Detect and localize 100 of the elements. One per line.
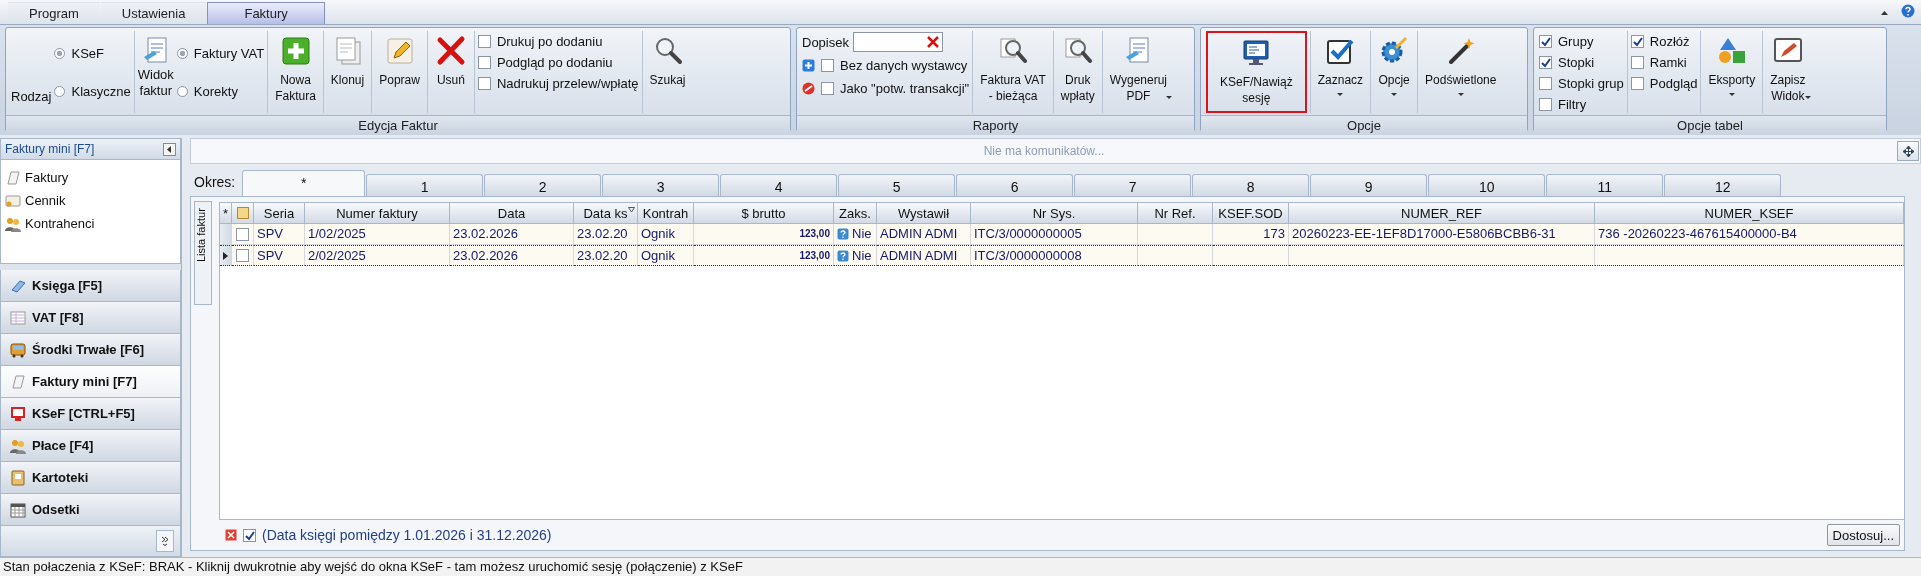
nav-button[interactable]: Płace [F4] (0, 430, 181, 462)
checkbox-label: Stopki (1558, 54, 1595, 70)
column-header[interactable]: $ brutto (694, 203, 834, 224)
side-tab[interactable]: Lista faktur (194, 201, 212, 305)
nav-button[interactable]: Odsetki (0, 494, 181, 526)
table-row[interactable]: SPV 1/02/2025 23.02.2026 23.02.20 Ognik 123,00 Nie ADMIN ADMI ITC/3/0000000005 173 20260223-EE-1EF8D17000-E5806BCBB6-31 736 -20260223-467615400000-B4 (220, 224, 1904, 245)
period-tab[interactable]: 10 (1428, 174, 1546, 196)
checkbox[interactable] (1539, 97, 1552, 111)
checkbox[interactable] (243, 528, 256, 542)
ribbon-tab[interactable]: Program (8, 2, 100, 24)
checkbox[interactable] (477, 76, 491, 90)
checkbox[interactable] (1539, 55, 1552, 69)
move-button[interactable] (1897, 141, 1919, 161)
splitter[interactable] (0, 263, 181, 270)
ribbon-button[interactable]: Zapisz Widok (1766, 31, 1810, 113)
ribbon-button[interactable]: Podświetlone (1421, 31, 1501, 113)
checkbox[interactable] (1630, 34, 1644, 48)
period-tab[interactable]: 5 (838, 174, 956, 196)
column-header[interactable]: Wystawił (877, 203, 971, 224)
ribbon-button[interactable]: Zaznacz (1313, 31, 1368, 113)
table-cell: 23.02.2026 (450, 224, 574, 245)
ribbon-button[interactable]: Wygeneruj PDF (1105, 31, 1172, 113)
sidebar-title: Faktury mini [F7] (5, 142, 95, 156)
checkbox[interactable] (1630, 76, 1644, 90)
period-tab[interactable]: 12 (1664, 174, 1782, 196)
nav-button[interactable]: KSeF [CTRL+F5] (0, 398, 181, 430)
column-header[interactable]: Nr Ref. (1138, 203, 1213, 224)
ribbon-button[interactable]: Nowa Faktura (271, 31, 320, 113)
checkbox[interactable] (477, 34, 491, 48)
collapse-button[interactable] (163, 142, 176, 156)
radio-button[interactable] (176, 85, 188, 97)
column-header[interactable]: Seria (254, 203, 305, 224)
caret-icon (1727, 92, 1736, 97)
ribbon-button[interactable]: Szukaj (645, 31, 690, 113)
column-header[interactable]: Zaks. (834, 203, 877, 224)
checkbox[interactable] (1539, 34, 1552, 48)
period-tab[interactable]: 8 (1192, 174, 1310, 196)
period-tab[interactable]: 3 (602, 174, 720, 196)
more-button[interactable] (156, 530, 174, 552)
period-tab[interactable]: * (242, 170, 366, 196)
nav-button[interactable]: VAT [F8] (0, 302, 181, 334)
period-tab[interactable]: 4 (720, 174, 838, 196)
ribbon-button[interactable]: Klonuj (326, 31, 369, 113)
column-header[interactable]: NUMER_KSEF (1595, 203, 1904, 224)
period-tab[interactable]: 1 (366, 174, 484, 196)
sidebar-item[interactable]: Cennik (5, 189, 176, 212)
checkbox[interactable] (236, 227, 249, 241)
ribbon-tab[interactable]: Faktury (207, 2, 325, 24)
people-icon (5, 215, 21, 232)
table-row[interactable]: SPV 2/02/2025 23.02.2026 23.02.20 Ognik 123,00 Nie ADMIN ADMI ITC/3/0000000008 (220, 245, 1904, 266)
period-tab[interactable]: 11 (1546, 174, 1664, 196)
checkbox[interactable] (477, 55, 491, 69)
column-header[interactable]: NUMER_REF (1289, 203, 1595, 224)
checkbox[interactable] (821, 58, 834, 72)
column-header[interactable]: Numer faktury (305, 203, 450, 224)
ribbon-button[interactable]: Eksporty (1704, 31, 1760, 113)
sidebar-item[interactable]: Kontrahenci (5, 212, 176, 235)
column-header: * (220, 203, 232, 224)
period-tab[interactable]: 2 (484, 174, 602, 196)
ribbon-button[interactable]: Faktura VAT - bieżąca (976, 31, 1050, 113)
period-tab[interactable]: 9 (1310, 174, 1428, 196)
column-header[interactable]: Kontrah (638, 203, 694, 224)
clear-filter-button[interactable] (225, 529, 237, 541)
checkbox[interactable] (821, 81, 834, 95)
nav-button[interactable]: Faktury mini [F7] (0, 366, 181, 398)
checkbox-label: Filtry (1558, 96, 1587, 112)
checkbox[interactable] (1630, 55, 1644, 69)
checkbox-label: Jako "potw. transakcji" (840, 80, 970, 96)
column-header[interactable]: Data ks (574, 203, 638, 224)
ribbon-button[interactable]: Popraw (375, 31, 424, 113)
ribbon-button[interactable]: KSeF/Nawiąż sesję (1206, 31, 1307, 113)
period-tab[interactable]: 7 (1074, 174, 1192, 196)
ribbon-button[interactable]: Opcje (1374, 31, 1415, 113)
ribbon-button[interactable]: Usuń (430, 31, 471, 113)
people-icon (10, 437, 26, 454)
sidebar-item[interactable]: Faktury (5, 166, 176, 189)
column-header[interactable]: KSEF.SOD (1213, 203, 1289, 224)
checkbox-label: Podgląd (1649, 75, 1698, 91)
radio-button[interactable] (54, 47, 66, 59)
checkbox[interactable] (1539, 76, 1552, 90)
radio-button[interactable] (176, 47, 188, 59)
column-header[interactable]: Nr Sys. (971, 203, 1138, 224)
group-title: Raporty (797, 115, 1194, 135)
checkbox[interactable] (236, 249, 249, 262)
nav-button[interactable]: Środki Trwałe [F6] (0, 334, 181, 366)
table-icon (10, 309, 26, 326)
table-cell: Ognik (638, 245, 694, 266)
customize-button[interactable]: Dostosuj... (1826, 524, 1900, 546)
nav-button[interactable]: Księga [F5] (0, 270, 181, 302)
nav-button[interactable]: Kartoteki (0, 462, 181, 494)
ribbon-button[interactable]: Druk wpłaty (1056, 31, 1099, 113)
group-title: Opcje (1201, 115, 1527, 135)
radio-button[interactable] (54, 85, 66, 97)
column-header[interactable]: Data (450, 203, 574, 224)
checkbox-icon (236, 207, 249, 219)
period-label: Okres: (194, 174, 236, 190)
period-tab[interactable]: 6 (956, 174, 1074, 196)
field-label: Dopisek (802, 34, 849, 50)
table-cell: ITC/3/0000000005 (971, 224, 1138, 245)
collapse-icon (1880, 10, 1889, 16)
